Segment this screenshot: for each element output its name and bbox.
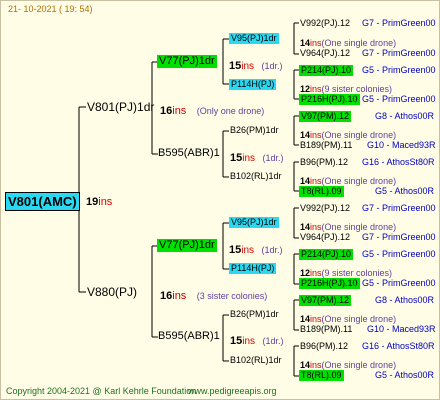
sire-sd-l1[interactable]: P214(PJ).10 [299,65,354,76]
sire-d-queen[interactable]: B595(ABR)1 [158,148,220,159]
dam-ds-queen[interactable]: B26(PM)1dr [230,310,279,319]
sire-dd-r2: G5 - Athos00R [375,186,435,196]
sire-ds-r1: G8 - Athos00R [375,111,435,121]
dam-sd-r1: G5 - PrimGreen00 [362,249,436,259]
dam-s-generation: 15ins (1dr.) [229,244,283,256]
sire-ss-r1: G7 - PrimGreen00 [362,18,436,28]
dam-sd-l1[interactable]: P214(PJ).10 [299,249,354,260]
dam-ss-r2: G7 - PrimGreen00 [362,232,436,242]
sire-generation: 16ins (Only one drone) [160,105,265,117]
dam-generation: 16ins (3 sister colonies) [160,290,268,302]
sire-sd-r1: G5 - PrimGreen00 [362,65,436,75]
sire-ss-l2[interactable]: V964(PJ).12 [300,49,350,58]
dam-ss-queen[interactable]: V95(PJ)1dr [229,217,279,228]
sire-ss-queen[interactable]: V95(PJ)1dr [229,33,279,44]
dam-sd-r2: G5 - PrimGreen00 [362,278,436,288]
dam-queen[interactable]: V880(PJ) [87,286,137,298]
dam-ss-l1[interactable]: V992(PJ).12 [300,204,350,213]
root-queen[interactable]: V801(AMC) [5,192,80,211]
sire-s-queen[interactable]: V77(PJ)1dr [157,55,217,68]
dam-ss-r1: G7 - PrimGreen00 [362,203,436,213]
dam-ds-l2[interactable]: B189(PM).11 [300,325,352,334]
sire-ss-l1[interactable]: V992(PJ).12 [300,19,350,28]
pedigree-chart: 21- 10-2021 ( 19: 54) Copyright 2004-202… [0,0,440,400]
sire-dd-r1: G16 - AthosSt80R [362,157,435,167]
dam-dd-l1[interactable]: B96(PM).12 [300,342,348,351]
sire-ds-l1[interactable]: V97(PM).12 [299,111,352,122]
sire-queen[interactable]: V801(PJ)1dr [87,101,154,113]
dam-dd-l2[interactable]: T8(RL).09 [299,370,344,381]
dam-s-queen[interactable]: V77(PJ)1dr [157,239,217,252]
dam-dd-r2: G5 - Athos00R [375,370,435,380]
sire-sd-l2[interactable]: P216H(PJ).10 [299,94,360,105]
root-generation: 19ins [86,196,113,208]
timestamp: 21- 10-2021 ( 19: 54) [8,4,93,14]
dam-ss-l2[interactable]: V964(PJ).12 [300,233,350,242]
sire-dd-l2[interactable]: T8(RL).09 [299,186,344,197]
dam-sd-l2[interactable]: P216H(PJ).10 [299,278,360,289]
sire-ds-r2: G10 - Maced93R [367,140,436,150]
dam-ds-r2: G10 - Maced93R [367,324,436,334]
sire-dd-l1[interactable]: B96(PM).12 [300,158,348,167]
dam-sd-queen[interactable]: P114H(PJ) [229,263,277,274]
sire-d-generation: 15ins (1dr.) [230,152,284,164]
dam-ds-r1: G8 - Athos00R [375,295,435,305]
sire-ss-r2: G7 - PrimGreen00 [362,48,436,58]
sire-sd-r2: G5 - PrimGreen00 [362,94,436,104]
dam-dd-queen[interactable]: B102(RL)1dr [230,356,282,365]
sire-ds-l2[interactable]: B189(PM).11 [300,141,352,150]
sire-s-generation: 15ins (1dr.) [229,60,283,72]
dam-ds-l1[interactable]: V97(PM).12 [299,295,352,306]
dam-dd-r1: G16 - AthosSt80R [362,341,435,351]
site-link[interactable]: www.pedigreeapis.org [188,387,277,396]
dam-d-queen[interactable]: B595(ABR)1 [158,331,220,342]
dam-d-generation: 15ins (1dr.) [230,335,284,347]
sire-ds-queen[interactable]: B26(PM)1dr [230,126,279,135]
copyright-text: Copyright 2004-2021 @ Karl Kehrle Founda… [6,386,197,396]
sire-sd-queen[interactable]: P114H(PJ) [229,79,277,90]
sire-dd-queen[interactable]: B102(RL)1dr [230,172,282,181]
